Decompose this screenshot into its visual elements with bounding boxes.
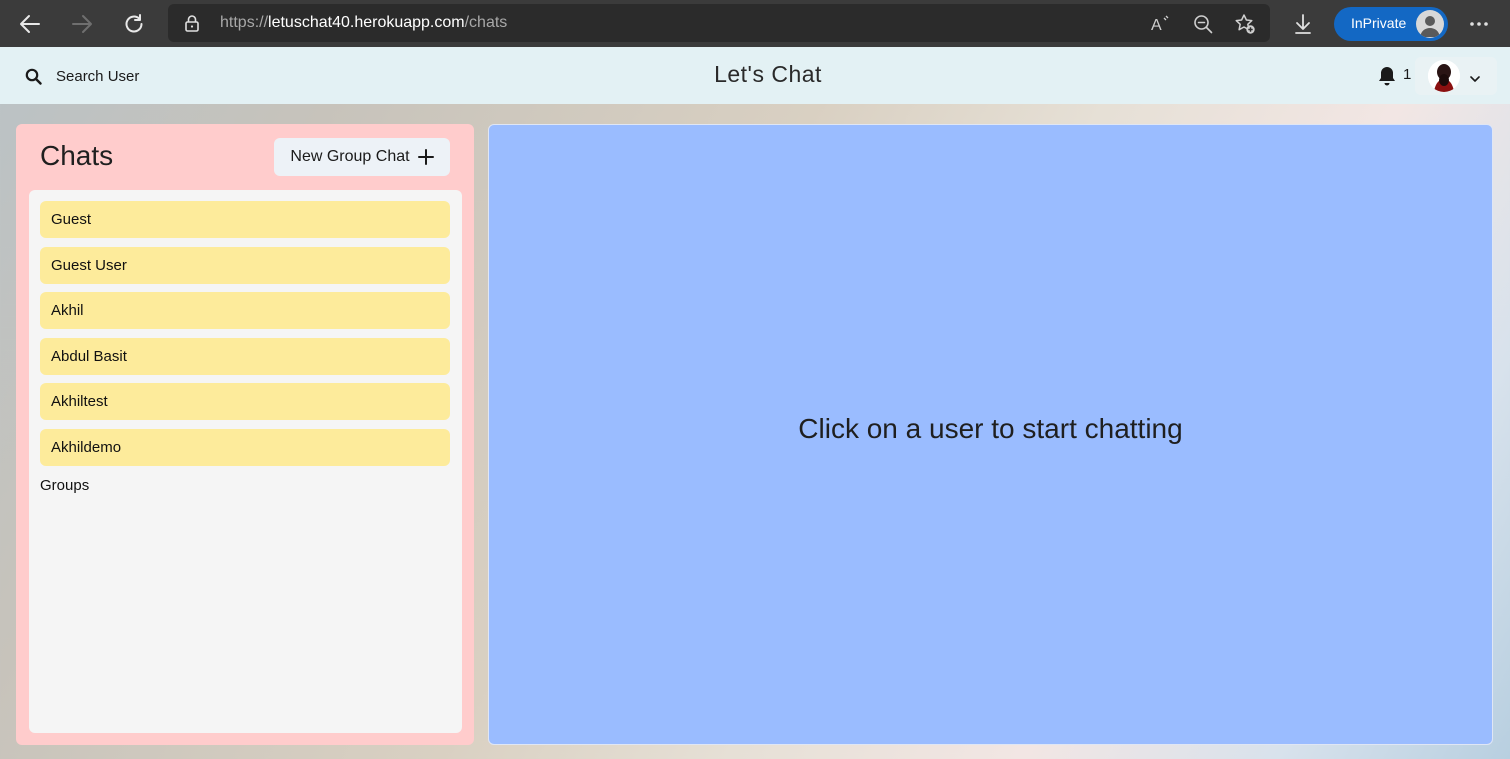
zoom-out-icon[interactable] <box>1192 13 1214 35</box>
chat-item-name: Abdul Basit <box>51 348 127 365</box>
chevron-down-icon <box>1470 70 1480 88</box>
download-icon[interactable] <box>1287 8 1319 40</box>
chats-title: Chats <box>40 140 114 171</box>
empty-chat-message: Click on a user to start chatting <box>798 413 1183 444</box>
inprivate-button[interactable]: InPrivate <box>1334 7 1448 41</box>
bell-icon[interactable] <box>1377 65 1397 87</box>
inprivate-label: InPrivate <box>1351 15 1407 31</box>
back-icon[interactable] <box>14 8 46 40</box>
chats-panel: Chats New Group Chat Guest Guest User Ak… <box>16 124 474 745</box>
url-text: https://letuschat40.herokuapp.com/chats <box>220 14 508 31</box>
list-item[interactable]: Akhiltest <box>40 383 450 420</box>
address-bar[interactable]: https://letuschat40.herokuapp.com/chats … <box>168 4 1270 42</box>
chat-list: Guest Guest User Akhil Abdul Basit Akhil… <box>29 190 462 733</box>
more-icon[interactable] <box>1463 8 1495 40</box>
list-item[interactable]: Abdul Basit <box>40 338 450 375</box>
new-group-chat-label: New Group Chat <box>290 148 410 165</box>
read-aloud-icon[interactable]: A <box>1150 13 1172 35</box>
avatar <box>1428 60 1460 92</box>
browser-toolbar: https://letuschat40.herokuapp.com/chats … <box>0 0 1510 47</box>
inprivate-avatar <box>1416 10 1444 38</box>
chat-item-name: Akhildemo <box>51 439 122 456</box>
lock-icon[interactable] <box>184 14 200 37</box>
app-header: Search User Let's Chat 1 <box>0 47 1510 104</box>
chat-item-name: Akhiltest <box>51 393 108 410</box>
chat-item-name: Guest <box>51 211 92 228</box>
list-item[interactable]: Akhil <box>40 292 450 329</box>
plus-icon <box>417 149 434 165</box>
chat-area: Click on a user to start chatting <box>488 124 1493 745</box>
svg-text:A: A <box>1151 17 1162 34</box>
profile-menu-button[interactable] <box>1415 57 1497 95</box>
list-item[interactable]: Akhildemo <box>40 429 450 466</box>
list-item[interactable]: Guest User <box>40 247 450 284</box>
new-group-chat-button[interactable]: New Group Chat <box>274 138 450 176</box>
forward-icon[interactable] <box>66 8 98 40</box>
app-title: Let's Chat <box>714 61 822 87</box>
chat-item-name: Akhil <box>51 302 84 319</box>
groups-label: Groups <box>40 477 90 494</box>
refresh-icon[interactable] <box>118 8 150 40</box>
list-item[interactable]: Guest <box>40 201 450 238</box>
notification-count: 1 <box>1403 66 1412 83</box>
chat-item-name: Guest User <box>51 257 127 274</box>
add-favorite-icon[interactable] <box>1234 13 1256 35</box>
